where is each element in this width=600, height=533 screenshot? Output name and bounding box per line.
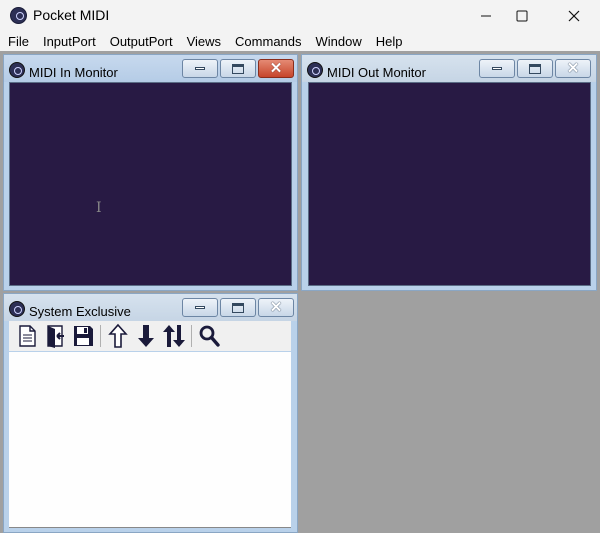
midi-in-title: MIDI In Monitor xyxy=(29,65,118,80)
open-file-icon xyxy=(47,325,64,348)
midi-in-close-button[interactable]: ✕ xyxy=(258,59,294,78)
open-button[interactable] xyxy=(41,322,69,350)
maximize-button[interactable] xyxy=(499,0,545,31)
system-exclusive-window[interactable]: System Exclusive ✕ xyxy=(3,293,298,533)
menu-commands[interactable]: Commands xyxy=(228,31,308,51)
sysex-window-icon[interactable] xyxy=(9,301,25,317)
sysex-message-list[interactable] xyxy=(9,352,291,528)
midi-out-minimize-button[interactable] xyxy=(479,59,515,78)
close-button[interactable] xyxy=(551,0,597,31)
send-receive-icon xyxy=(163,325,185,347)
midi-in-titlebar[interactable]: MIDI In Monitor ✕ xyxy=(4,55,297,82)
send-receive-button[interactable] xyxy=(160,322,188,350)
maximize-icon xyxy=(529,63,541,74)
save-button[interactable] xyxy=(69,322,97,350)
app-icon[interactable] xyxy=(10,7,27,24)
midi-in-log[interactable]: I xyxy=(9,82,292,286)
receive-down-icon xyxy=(138,325,154,347)
app-title: Pocket MIDI xyxy=(33,7,110,23)
new-document-icon xyxy=(19,325,36,347)
send-button[interactable] xyxy=(104,322,132,350)
minimize-icon xyxy=(195,67,205,70)
close-icon: ✕ xyxy=(269,299,283,316)
sysex-minimize-button[interactable] xyxy=(182,298,218,317)
close-icon: ✕ xyxy=(269,60,283,77)
send-up-icon xyxy=(108,323,128,348)
save-icon xyxy=(74,326,93,346)
menu-views[interactable]: Views xyxy=(180,31,228,51)
minimize-icon xyxy=(492,67,502,70)
midi-out-close-button[interactable]: ✕ xyxy=(555,59,591,78)
midi-in-window-icon[interactable] xyxy=(9,62,25,78)
menu-file[interactable]: File xyxy=(0,31,36,51)
close-icon: ✕ xyxy=(566,60,580,77)
midi-out-title: MIDI Out Monitor xyxy=(327,65,426,80)
sysex-close-button[interactable]: ✕ xyxy=(258,298,294,317)
sysex-maximize-button[interactable] xyxy=(220,298,256,317)
sysex-titlebar[interactable]: System Exclusive ✕ xyxy=(4,294,297,321)
menu-outputport[interactable]: OutputPort xyxy=(103,31,180,51)
menu-window[interactable]: Window xyxy=(309,31,369,51)
maximize-icon xyxy=(516,10,528,21)
midi-out-monitor-window[interactable]: MIDI Out Monitor ✕ xyxy=(301,54,597,291)
midi-in-minimize-button[interactable] xyxy=(182,59,218,78)
minimize-icon xyxy=(481,15,491,16)
midi-out-titlebar[interactable]: MIDI Out Monitor ✕ xyxy=(302,55,596,82)
new-button[interactable] xyxy=(13,322,41,350)
midi-out-window-icon[interactable] xyxy=(307,62,323,78)
sysex-title: System Exclusive xyxy=(29,304,131,319)
menu-bar: File InputPort OutputPort Views Commands… xyxy=(0,31,600,51)
search-icon xyxy=(199,325,220,347)
toolbar-separator xyxy=(100,325,101,347)
toolbar-separator xyxy=(191,325,192,347)
app-titlebar: Pocket MIDI xyxy=(0,0,600,31)
minimize-icon xyxy=(195,306,205,309)
midi-out-log[interactable] xyxy=(308,82,591,286)
menu-inputport[interactable]: InputPort xyxy=(36,31,103,51)
mdi-client-area[interactable]: MIDI In Monitor ✕ I MIDI Out Monitor ✕ S… xyxy=(0,51,600,533)
maximize-icon xyxy=(232,63,244,74)
maximize-icon xyxy=(232,302,244,313)
midi-in-monitor-window[interactable]: MIDI In Monitor ✕ I xyxy=(3,54,298,291)
text-cursor-icon: I xyxy=(96,200,102,216)
midi-in-maximize-button[interactable] xyxy=(220,59,256,78)
sysex-toolbar xyxy=(9,321,291,351)
midi-out-maximize-button[interactable] xyxy=(517,59,553,78)
receive-button[interactable] xyxy=(132,322,160,350)
menu-help[interactable]: Help xyxy=(369,31,410,51)
close-icon xyxy=(568,10,580,21)
find-button[interactable] xyxy=(195,322,223,350)
